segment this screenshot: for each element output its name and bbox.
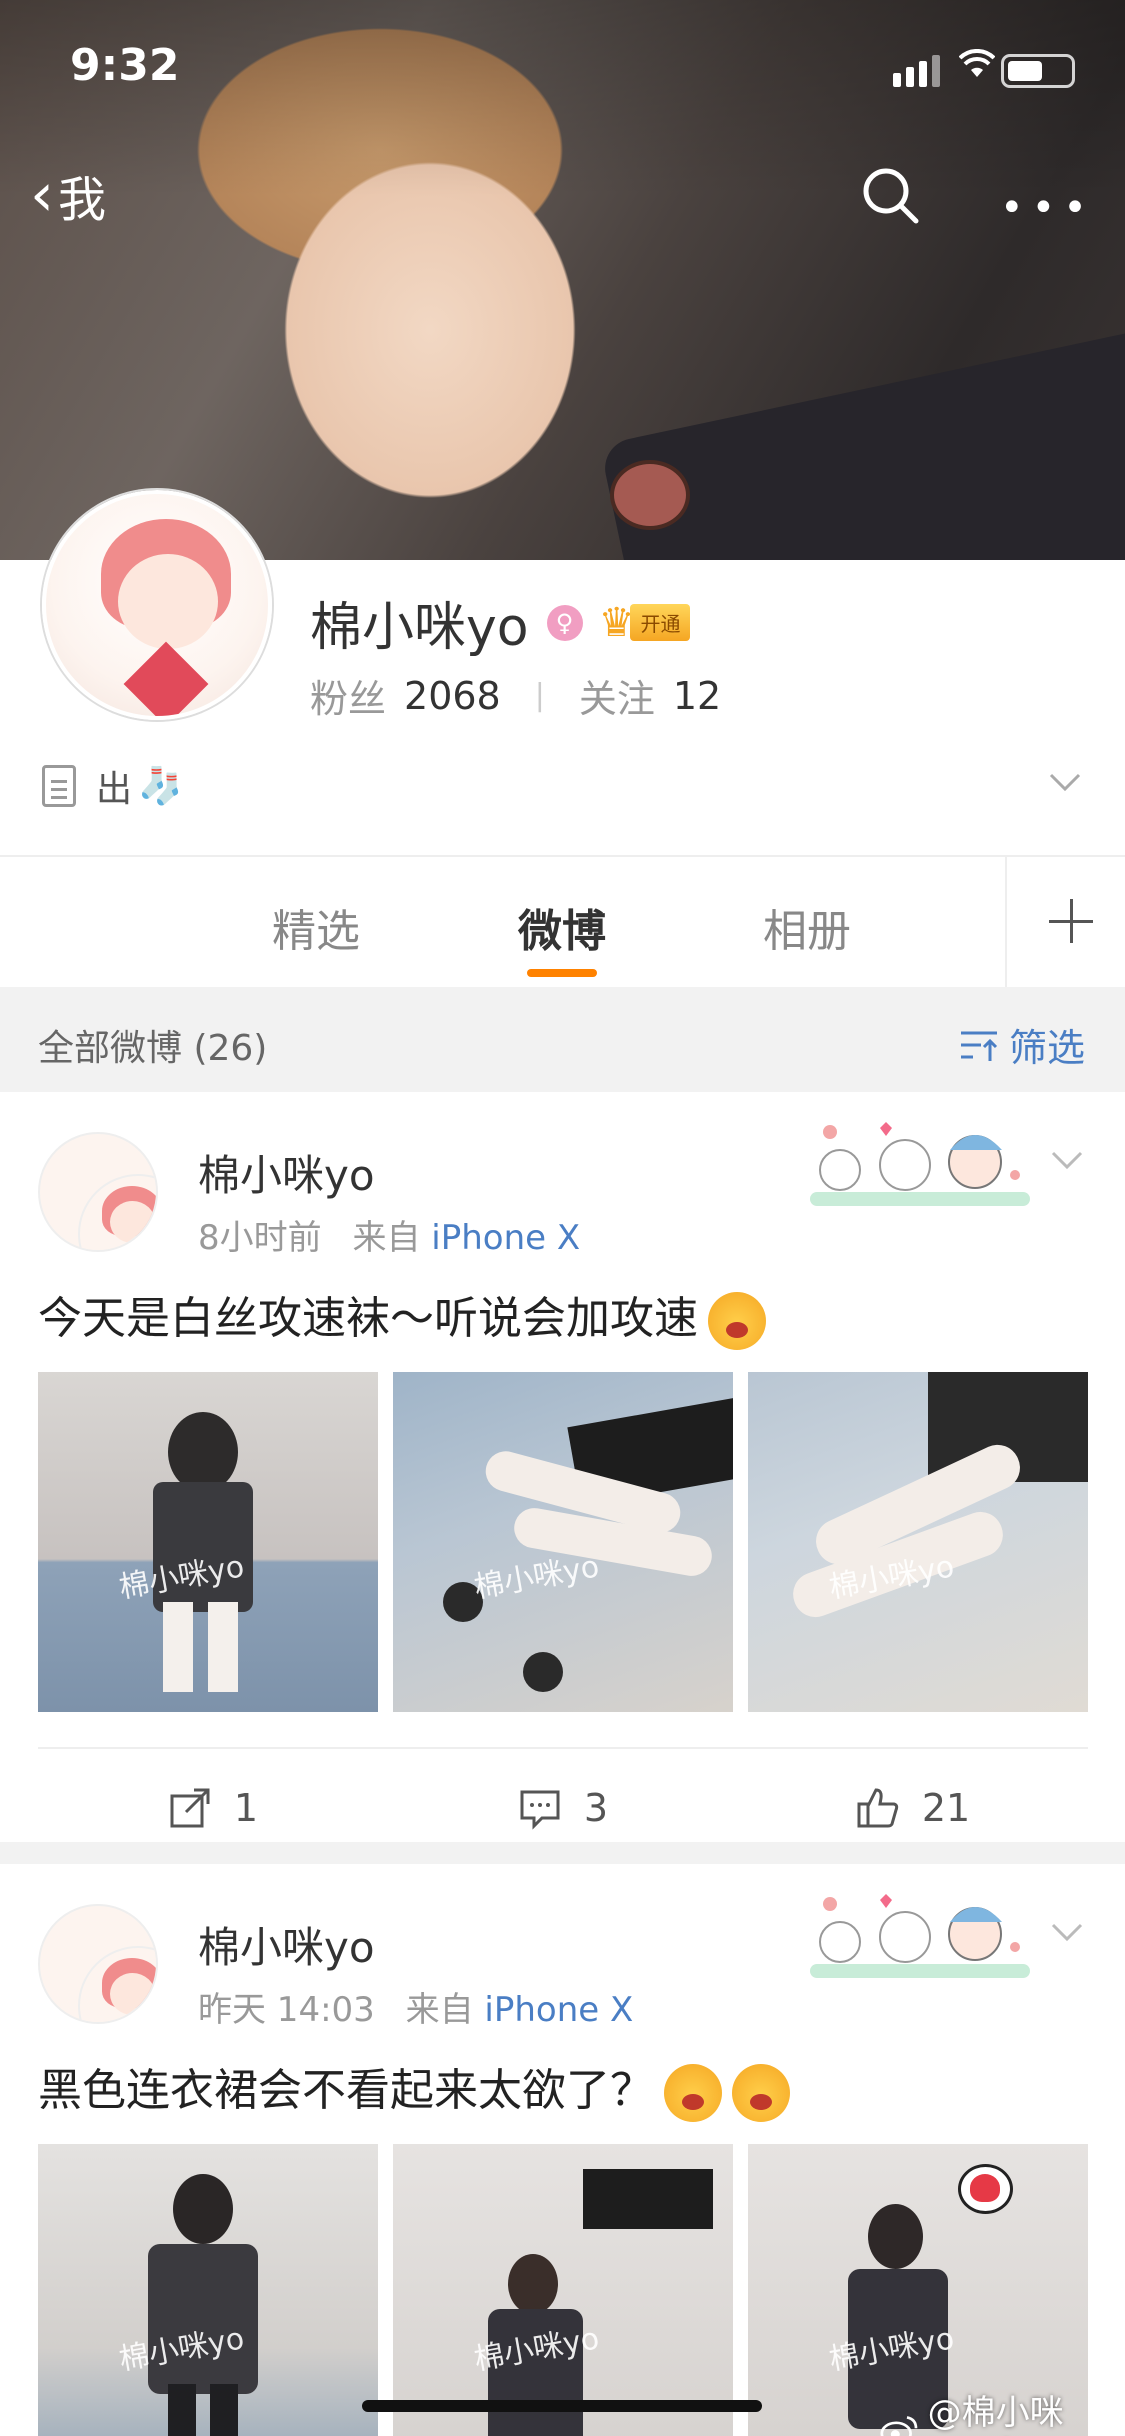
post-time: 昨天 14:03 bbox=[198, 1990, 375, 2030]
signal-icon bbox=[893, 55, 940, 87]
tab-featured[interactable]: 精选 bbox=[272, 895, 360, 959]
post-text: 今天是白丝攻速袜～听说会加攻速 bbox=[38, 1282, 766, 1350]
weibo-post[interactable]: 棉小咪yo 8小时前 来自 iPhone X 今天是白丝攻速袜～听说会加攻速 棉… bbox=[0, 1092, 1125, 1842]
weibo-watermark: @棉小咪yomi bbox=[880, 2385, 1125, 2436]
female-gender-icon: ♀ bbox=[546, 604, 583, 641]
post-photo[interactable]: 棉小咪yo bbox=[38, 2144, 378, 2436]
post-text-content: 黑色连衣裙会不看起来太欲了？ bbox=[38, 2065, 654, 2116]
add-tab-button[interactable] bbox=[1005, 857, 1125, 987]
back-label: 我 bbox=[58, 172, 107, 228]
counts-separator: | bbox=[534, 678, 545, 713]
battery-icon bbox=[1001, 54, 1075, 88]
wifi-icon bbox=[958, 48, 996, 88]
vip-label: 开通 bbox=[630, 604, 691, 641]
filter-bar: 全部微博 (26) 筛选 bbox=[0, 987, 1125, 1092]
post-time: 8小时前 bbox=[198, 1218, 322, 1258]
post-author[interactable]: 棉小咪yo bbox=[198, 1914, 375, 1975]
tab-album[interactable]: 相册 bbox=[763, 895, 851, 959]
comment-count: 3 bbox=[583, 1786, 609, 1830]
profile-name-row: 棉小咪yo ♀ ♛ 开通 bbox=[310, 585, 691, 660]
post-avatar[interactable] bbox=[38, 1132, 158, 1252]
weibo-post[interactable]: 棉小咪yo 昨天 14:03 来自 iPhone X 黑色连衣裙会不看起来太欲了… bbox=[0, 1864, 1125, 2436]
post-text-content: 今天是白丝攻速袜～听说会加攻速 bbox=[38, 1293, 698, 1344]
profile-counts: 粉丝 2068 | 关注 12 bbox=[310, 668, 721, 723]
post-avatar[interactable] bbox=[38, 1904, 158, 2024]
repost-count: 1 bbox=[233, 1786, 259, 1830]
sort-icon bbox=[960, 1031, 998, 1061]
like-count: 21 bbox=[921, 1786, 971, 1830]
follow-label[interactable]: 关注 bbox=[579, 668, 655, 723]
shocked-emoji-icon bbox=[664, 2064, 722, 2122]
fans-count[interactable]: 2068 bbox=[404, 674, 501, 718]
repost-icon bbox=[170, 1788, 210, 1828]
surprised-emoji-icon bbox=[708, 1292, 766, 1350]
post-source-prefix: 来自 bbox=[405, 1990, 474, 2030]
status-time: 9:32 bbox=[70, 40, 180, 91]
vip-badge[interactable]: ♛ 开通 bbox=[599, 602, 691, 644]
cat-sticker-decoration bbox=[810, 1122, 1030, 1206]
post-photo[interactable]: 棉小咪yo bbox=[393, 1372, 733, 1712]
post-options-chevron-icon[interactable] bbox=[1050, 1914, 1084, 1948]
thumbs-up-icon bbox=[857, 1788, 898, 1828]
more-icon[interactable]: ••• bbox=[1000, 185, 1095, 231]
post-text: 黑色连衣裙会不看起来太欲了？ bbox=[38, 2054, 790, 2122]
post-separator bbox=[0, 1842, 1125, 1864]
filter-button[interactable]: 筛选 bbox=[959, 1017, 1085, 1072]
filter-label: 筛选 bbox=[1008, 1026, 1085, 1070]
post-photo[interactable]: 棉小咪yo bbox=[393, 2144, 733, 2436]
post-author[interactable]: 棉小咪yo bbox=[198, 1142, 375, 1203]
profile-username: 棉小咪yo bbox=[310, 598, 529, 658]
home-indicator[interactable] bbox=[362, 2400, 762, 2412]
search-icon[interactable] bbox=[860, 165, 920, 225]
post-device[interactable]: iPhone X bbox=[484, 1990, 633, 2030]
photo-watermark: 棉小咪yo bbox=[471, 1549, 602, 1606]
crown-icon: ♛ bbox=[598, 599, 635, 646]
follow-count[interactable]: 12 bbox=[673, 674, 721, 718]
profile-tabs: 精选 微博 相册 bbox=[0, 857, 1125, 987]
weibo-logo-icon bbox=[880, 2415, 918, 2436]
active-tab-indicator bbox=[527, 969, 597, 977]
post-meta: 昨天 14:03 来自 iPhone X bbox=[198, 1982, 633, 2031]
post-meta: 8小时前 来自 iPhone X bbox=[198, 1210, 580, 1259]
document-icon bbox=[42, 765, 76, 807]
status-bar: 9:32 bbox=[0, 0, 1125, 130]
shocked-emoji-icon bbox=[732, 2064, 790, 2122]
post-photos: 棉小咪yo 棉小咪yo 棉小咪yo bbox=[38, 1372, 1088, 1712]
post-photo[interactable]: 棉小咪yo bbox=[38, 1372, 378, 1712]
avatar[interactable] bbox=[42, 490, 272, 720]
back-button[interactable]: ‹ 我 bbox=[30, 160, 106, 230]
all-posts-label: 全部微博 (26) bbox=[38, 1028, 268, 1069]
intro-text: 出 bbox=[96, 769, 133, 810]
chevron-left-icon: ‹ bbox=[30, 160, 54, 230]
fans-label[interactable]: 粉丝 bbox=[310, 668, 386, 723]
cat-sticker-decoration bbox=[810, 1894, 1030, 1978]
watermark-text: @棉小咪yomi bbox=[927, 2393, 1064, 2436]
post-device[interactable]: iPhone X bbox=[431, 1218, 580, 1258]
post-photo[interactable]: 棉小咪yo bbox=[748, 1372, 1088, 1712]
post-source-prefix: 来自 bbox=[352, 1218, 421, 1258]
post-options-chevron-icon[interactable] bbox=[1050, 1142, 1084, 1176]
sock-emoji-icon: 🧦 bbox=[138, 766, 183, 807]
chevron-down-icon[interactable] bbox=[1048, 764, 1082, 798]
tab-weibo[interactable]: 微博 bbox=[518, 895, 606, 959]
comment-icon bbox=[520, 1790, 560, 1830]
profile-intro[interactable]: 出 🧦 bbox=[42, 760, 183, 812]
